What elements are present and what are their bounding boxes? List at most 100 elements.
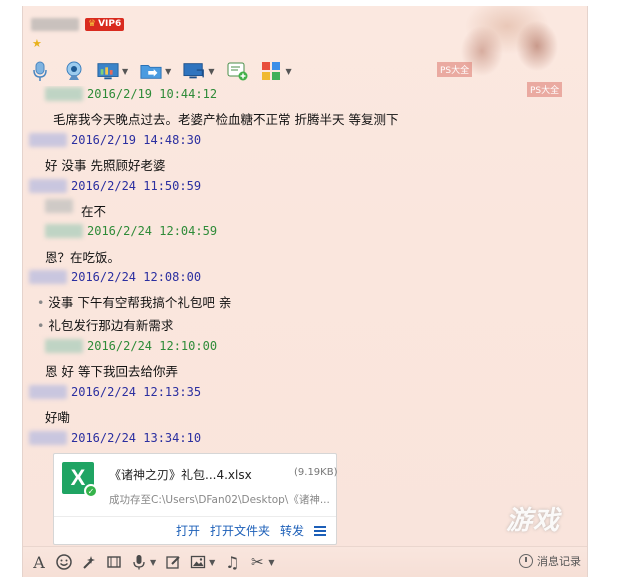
message-timestamp: 2016/2/24 12:10:00 — [87, 339, 218, 353]
microphone-icon — [131, 554, 147, 570]
message-header: 2016/2/24 12:08:00 — [29, 269, 201, 285]
background-sign: PS大全 — [437, 62, 473, 77]
file-saved-path: 成功存至C:\Users\DFan02\Desktop\《诸神... — [109, 494, 330, 506]
pencil-icon — [165, 554, 181, 570]
chevron-down-icon[interactable]: ▼ — [122, 67, 128, 76]
forward-link[interactable]: 转发 — [280, 522, 304, 539]
message-timestamp: 2016/2/24 12:08:00 — [71, 270, 202, 284]
history-label: 消息记录 — [537, 555, 581, 568]
message-text: 在不 — [81, 204, 107, 219]
shake-button[interactable] — [81, 554, 97, 570]
menu-icon[interactable] — [314, 525, 326, 536]
folder-transfer-icon — [140, 60, 162, 82]
voice-call-button[interactable] — [29, 60, 51, 82]
vip-badge[interactable]: ♛ VIP6 — [85, 17, 125, 31]
chevron-down-icon[interactable]: ▼ — [268, 558, 274, 567]
message-text: 恩 好 等下我回去给你弄 — [45, 364, 178, 379]
message-timestamp: 2016/2/24 13:34:10 — [71, 431, 202, 445]
magic-wand-icon — [81, 554, 97, 570]
sender-name-redacted — [29, 385, 67, 399]
video-camera-icon — [63, 60, 85, 82]
chevron-down-icon[interactable]: ▼ — [285, 67, 291, 76]
message-text: • 没事 下午有空帮我搞个礼包吧 亲 — [37, 295, 232, 310]
apps-grid-icon — [260, 60, 282, 82]
sender-name-redacted — [29, 133, 67, 147]
message-text: 好 没事 先照顾好老婆 — [45, 158, 166, 173]
message-text-content: 没事 下午有空帮我搞个礼包吧 亲 — [48, 295, 232, 310]
message-timestamp: 2016/2/24 11:50:59 — [71, 179, 202, 193]
image-button[interactable]: ▼ — [190, 554, 215, 570]
message-header: 2016/2/24 11:50:59 — [29, 178, 201, 194]
new-discussion-button[interactable] — [226, 60, 248, 82]
message-timestamp: 2016/2/24 12:04:59 — [87, 224, 218, 238]
image-icon — [190, 554, 206, 570]
open-folder-link[interactable]: 打开文件夹 — [210, 522, 270, 539]
site-watermark: 游戏 — [506, 506, 561, 536]
file-card[interactable]: X ✓ 《诸神之刃》礼包...4.xlsx (9.19KB) 成功存至C:\Us… — [53, 453, 338, 545]
message-text-content: 礼包发行那边有新需求 — [48, 318, 174, 333]
chevron-down-icon[interactable]: ▼ — [208, 67, 214, 76]
file-icon-letter: X — [70, 465, 86, 490]
file-name[interactable]: 《诸神之刃》礼包...4.xlsx — [109, 466, 252, 483]
message-header: 2016/2/24 13:34:10 — [29, 430, 201, 446]
sender-name-redacted — [45, 87, 83, 101]
input-toolbar: A ▼ ▼ ♫ ✂ ▼ 消息记录 — [23, 546, 587, 577]
message-text: 恩？在吃饭。 — [45, 250, 121, 265]
message-header: 2016/2/19 14:48:30 — [29, 132, 201, 148]
sender-name-redacted — [29, 179, 67, 193]
contact-header: ♛ VIP6 — [31, 16, 125, 32]
blurred-content — [45, 199, 73, 213]
vip-label: VIP6 — [98, 19, 122, 29]
crown-icon: ♛ — [88, 19, 97, 29]
smiley-icon — [56, 554, 72, 570]
sender-name-redacted — [29, 270, 67, 284]
video-clip-button[interactable] — [106, 554, 122, 570]
sender-name-redacted — [45, 224, 83, 238]
remote-desktop-button[interactable]: ▼ — [183, 60, 214, 82]
message-history-button[interactable]: 消息记录 — [519, 553, 581, 569]
message-timestamp: 2016/2/19 10:44:12 — [87, 87, 218, 101]
background-art: PS大全 PS大全 — [387, 6, 587, 97]
voice-message-button[interactable]: ▼ — [131, 554, 156, 570]
contact-name-redacted — [31, 17, 79, 31]
font-button[interactable]: A — [31, 553, 47, 572]
apps-button[interactable]: ▼ — [260, 60, 292, 82]
screen-share-button[interactable]: ▼ — [97, 60, 128, 82]
new-chat-icon — [226, 60, 248, 82]
message-attachment-placeholder — [45, 199, 77, 216]
clock-icon — [519, 554, 533, 568]
sender-name-redacted — [45, 339, 83, 353]
music-note-icon: ♫ — [225, 552, 240, 572]
message-text: 好嘞 — [45, 410, 71, 425]
message-header: 2016/2/19 10:44:12 — [45, 86, 217, 102]
message-header: 2016/2/24 12:04:59 — [45, 223, 217, 239]
scissors-icon: ✂ — [251, 553, 264, 571]
message-header: 2016/2/24 12:13:35 — [29, 384, 201, 400]
edit-button[interactable] — [165, 554, 181, 570]
sender-name-redacted — [29, 431, 67, 445]
message-timestamp: 2016/2/24 12:13:35 — [71, 385, 202, 399]
microphone-icon — [29, 60, 51, 82]
film-icon — [106, 554, 122, 570]
open-file-link[interactable]: 打开 — [176, 522, 200, 539]
message-header: 2016/2/24 12:10:00 — [45, 338, 217, 354]
file-size: (9.19KB) — [294, 467, 338, 478]
message-text: 毛席我今天晚点过去。老婆产检血糖不正常 折腾半天 等复测下 — [53, 112, 399, 127]
check-icon: ✓ — [84, 484, 98, 498]
remote-desktop-icon — [183, 60, 205, 82]
message-text: • 礼包发行那边有新需求 — [37, 318, 174, 333]
message-timestamp: 2016/2/19 14:48:30 — [71, 133, 202, 147]
top-toolbar: ▼ ▼ ▼ ▼ — [29, 58, 304, 84]
screenshot-button[interactable]: ✂ ▼ — [249, 553, 274, 571]
chat-window: PS大全 PS大全 ♛ VIP6 ★ ▼ ▼ ▼ ▼ 2016/2/19 10:… — [22, 6, 588, 577]
chevron-down-icon[interactable]: ▼ — [150, 558, 156, 567]
video-call-button[interactable] — [63, 60, 85, 82]
divider — [54, 516, 336, 517]
file-transfer-button[interactable]: ▼ — [140, 60, 171, 82]
star-icon[interactable]: ★ — [32, 37, 42, 50]
screen-share-icon — [97, 60, 119, 82]
emoji-button[interactable] — [56, 554, 72, 570]
chevron-down-icon[interactable]: ▼ — [165, 67, 171, 76]
chevron-down-icon[interactable]: ▼ — [209, 558, 215, 567]
music-button[interactable]: ♫ — [224, 552, 240, 572]
